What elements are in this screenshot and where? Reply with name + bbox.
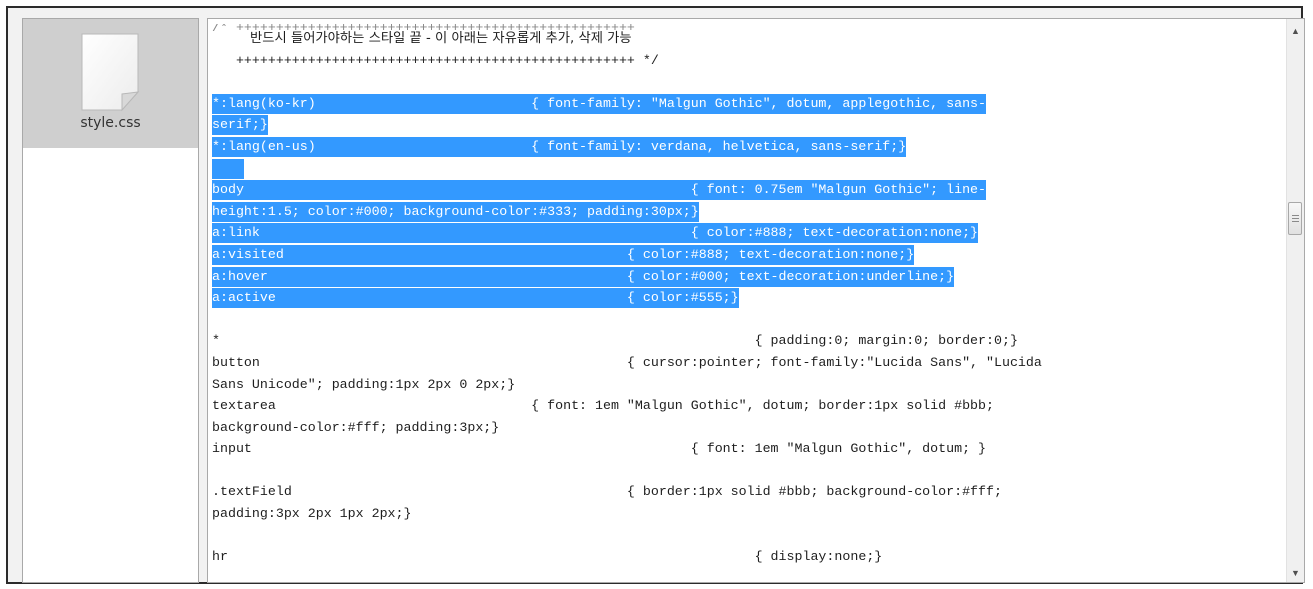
code-line: input { font: 1em "Malgun Gothic", dotum…	[212, 439, 1277, 461]
code-lines: /* +++++++++++++++++++++++++++++++++++++…	[212, 19, 1277, 569]
code-line: .textField { border:1px solid #bbb; back…	[212, 482, 1277, 504]
vertical-scrollbar[interactable]: ▲ ▼	[1286, 19, 1304, 582]
code-line: height:1.5; color:#000; background-color…	[212, 201, 1277, 224]
code-line: button { cursor:pointer; font-family:"Lu…	[212, 353, 1277, 375]
code-line-text: * { padding:0; margin:0; border:0;}	[212, 333, 1018, 349]
code-line: background-color:#fff; padding:3px;}	[212, 418, 1277, 440]
code-line: a:link { color:#888; text-decoration:non…	[212, 223, 1277, 245]
code-line: a:visited { color:#888; text-decoration:…	[212, 244, 1277, 267]
code-line: *:lang(ko-kr) { font-family: "Malgun Got…	[212, 93, 1277, 116]
code-line: serif;}	[212, 115, 1277, 137]
code-line-text: 반드시 들어가야하는 스타일 끝 - 이 아래는 자유롭게 추가, 삭제 가능	[212, 31, 632, 46]
code-line: hr { display:none;}	[212, 547, 1277, 569]
code-line: /* +++++++++++++++++++++++++++++++++++++…	[212, 19, 1277, 32]
code-line-text: hr { display:none;}	[212, 549, 883, 565]
code-editor-textarea[interactable]: /* +++++++++++++++++++++++++++++++++++++…	[207, 18, 1305, 583]
scroll-down-arrow-icon[interactable]: ▼	[1287, 565, 1304, 582]
code-line-text	[212, 158, 244, 179]
code-line-text: ++++++++++++++++++++++++++++++++++++++++…	[212, 52, 659, 68]
code-line: body { font: 0.75em "Malgun Gothic"; lin…	[212, 180, 1277, 202]
code-line: * { padding:0; margin:0; border:0;}	[212, 331, 1277, 353]
code-line-text: a:link { color:#888; text-decoration:non…	[212, 223, 979, 244]
code-line-text: *:lang(en-us) { font-family: verdana, he…	[212, 136, 907, 157]
code-line-text: textarea { font: 1em "Malgun Gothic", do…	[212, 398, 994, 414]
scroll-up-arrow-icon[interactable]: ▲	[1287, 23, 1304, 40]
code-line-text: background-color:#fff; padding:3px;}	[212, 419, 500, 435]
code-line: a:active { color:#555;}	[212, 288, 1277, 310]
code-line: textarea { font: 1em "Malgun Gothic", do…	[212, 396, 1277, 418]
code-line-text: body { font: 0.75em "Malgun Gothic"; lin…	[212, 180, 987, 201]
code-line-text: *:lang(ko-kr) { font-family: "Malgun Got…	[212, 93, 987, 114]
code-line: 반드시 들어가야하는 스타일 끝 - 이 아래는 자유롭게 추가, 삭제 가능	[212, 29, 1277, 51]
code-line: ++++++++++++++++++++++++++++++++++++++++…	[212, 51, 1277, 73]
document-icon	[81, 33, 140, 112]
code-line: Sans Unicode"; padding:1px 2px 0 2px;}	[212, 375, 1277, 397]
code-line-text: a:active { color:#555;}	[212, 288, 739, 309]
css-editor-window: style.css /* +++++++++++++++++++++++++++…	[6, 6, 1305, 584]
code-line-text: button { cursor:pointer; font-family:"Lu…	[212, 354, 1042, 370]
code-line-text: a:visited { color:#888; text-decoration:…	[212, 244, 915, 265]
code-line-text: serif;}	[212, 115, 268, 136]
file-item-style-css[interactable]: style.css	[23, 19, 198, 148]
code-line-text: padding:3px 2px 1px 2px;}	[212, 506, 412, 522]
scroll-thumb[interactable]	[1288, 202, 1302, 236]
file-list-panel: style.css	[22, 18, 199, 583]
code-line: padding:3px 2px 1px 2px;}	[212, 504, 1277, 526]
code-line-text: Sans Unicode"; padding:1px 2px 0 2px;}	[212, 376, 516, 392]
code-line: a:hover { color:#000; text-decoration:un…	[212, 266, 1277, 289]
code-line: *:lang(en-us) { font-family: verdana, he…	[212, 136, 1277, 159]
code-line-text: input { font: 1em "Malgun Gothic", dotum…	[212, 441, 987, 457]
file-name-label: style.css	[80, 115, 141, 131]
code-line	[212, 158, 1277, 181]
code-line-text: a:hover { color:#000; text-decoration:un…	[212, 266, 955, 287]
code-line-text: .textField { border:1px solid #bbb; back…	[212, 484, 1002, 500]
code-line-text: height:1.5; color:#000; background-color…	[212, 201, 699, 222]
